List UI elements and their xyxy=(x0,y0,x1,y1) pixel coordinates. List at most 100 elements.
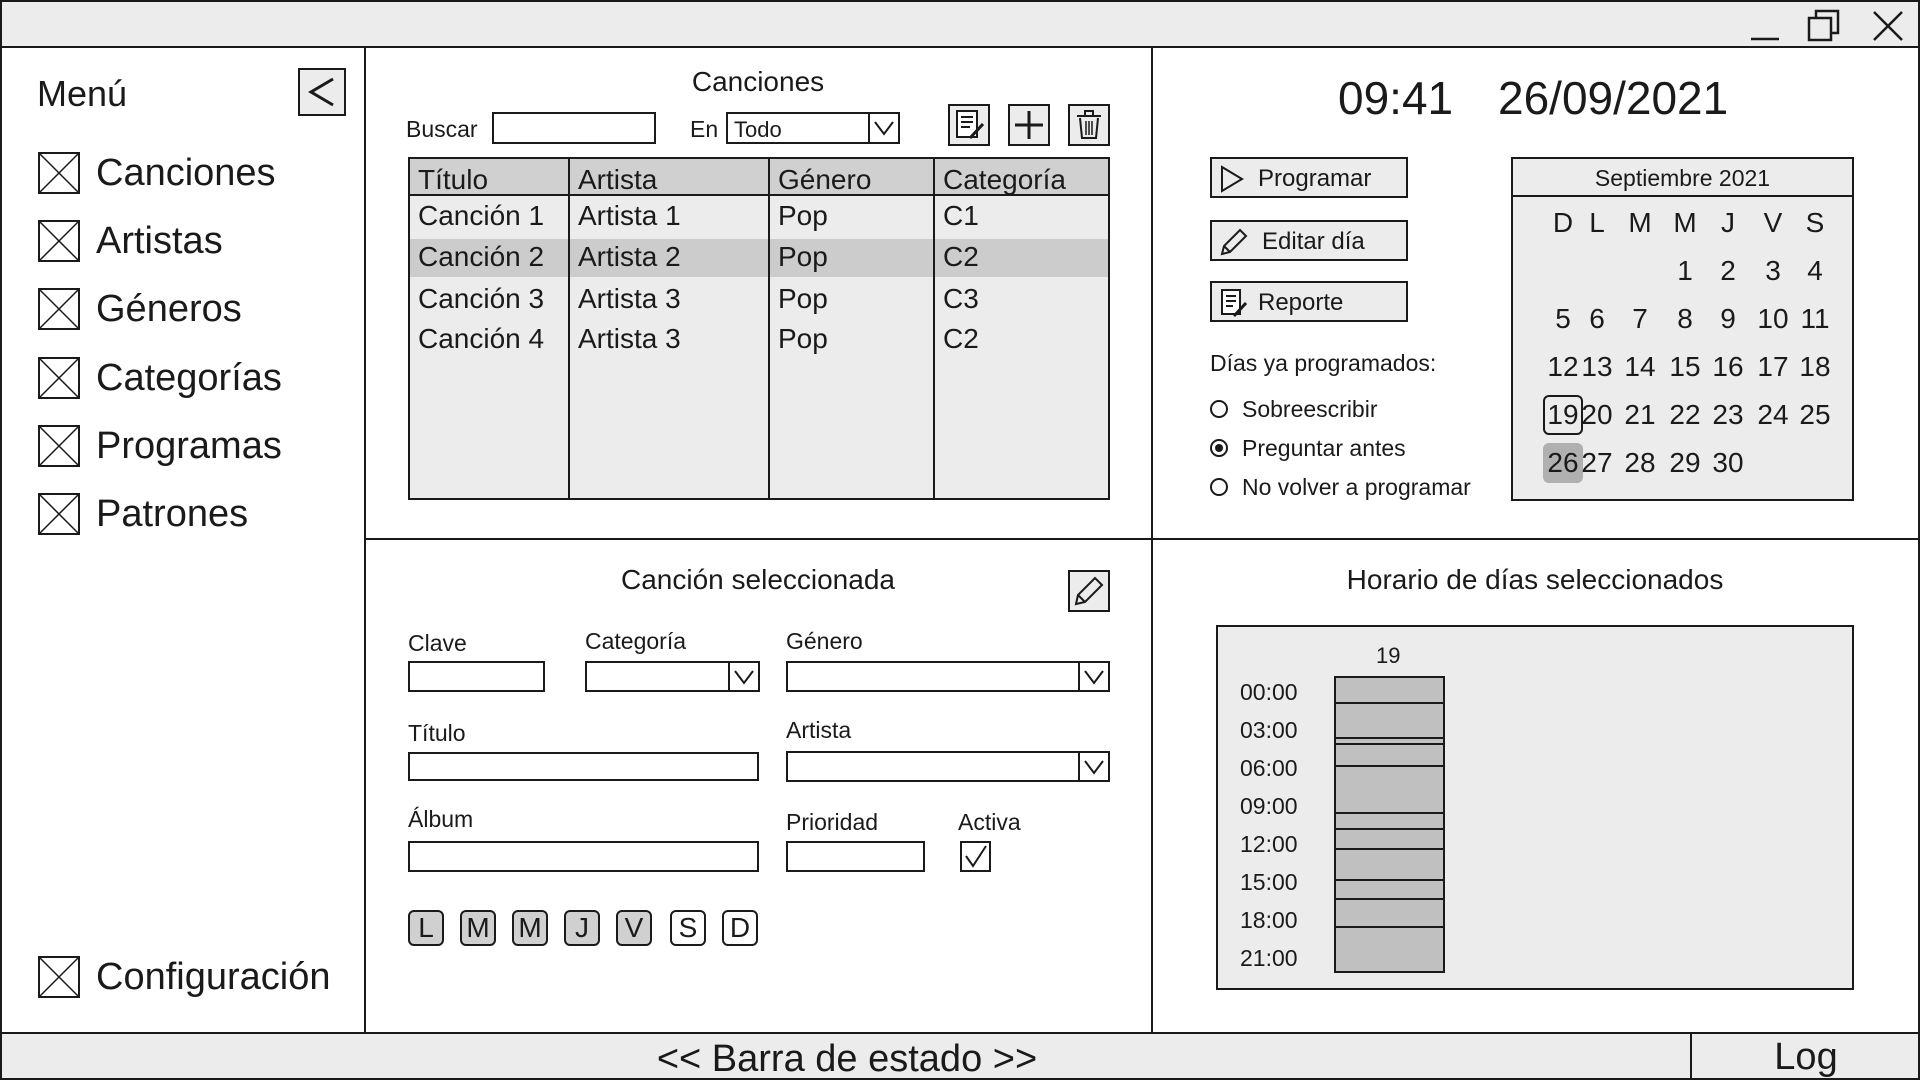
table-row[interactable]: Canción 3 Artista 3 Pop C3 xyxy=(410,281,1108,319)
table-row[interactable]: Canción 1 Artista 1 Pop C1 xyxy=(410,198,1108,236)
day-toggle-thursday[interactable]: J xyxy=(564,910,600,946)
calendar-day[interactable]: 13 xyxy=(1577,347,1617,387)
calendar: Septiembre 2021 DLMMJVS 1 2 3 4 5 6 7 8 9 10 11 12 1… xyxy=(1511,157,1854,501)
delete-song-button[interactable] xyxy=(1068,104,1110,146)
menu-item-categorias[interactable]: Categorías xyxy=(38,355,358,403)
calendar-day[interactable]: 22 xyxy=(1665,395,1705,435)
sidebar-divider xyxy=(364,48,366,1033)
categoria-select[interactable] xyxy=(585,661,760,692)
activa-checkbox[interactable] xyxy=(960,841,991,872)
menu-item-canciones[interactable]: Canciones xyxy=(38,150,358,198)
day-schedule-view: 19 00:00 03:00 06:00 09:00 12:00 15:00 18:00 21… xyxy=(1216,625,1854,990)
report-icon xyxy=(1221,289,1248,318)
radio-do-not-reprogram[interactable]: No volver a programar xyxy=(1210,474,1490,502)
calendar-day[interactable]: 17 xyxy=(1753,347,1793,387)
calendar-day[interactable]: 4 xyxy=(1795,251,1835,291)
edit-list-icon xyxy=(956,110,985,140)
edit-day-button[interactable]: Editar día xyxy=(1210,220,1408,261)
day-toggle-wednesday[interactable]: M xyxy=(512,910,548,946)
calendar-day[interactable]: 3 xyxy=(1753,251,1793,291)
schedule-slot-bar[interactable] xyxy=(1334,676,1445,973)
calendar-day[interactable]: 24 xyxy=(1753,395,1793,435)
calendar-day[interactable]: 20 xyxy=(1577,395,1617,435)
calendar-day[interactable]: 30 xyxy=(1708,443,1748,483)
report-button[interactable]: Reporte xyxy=(1210,281,1408,322)
already-programmed-label: Días ya programados: xyxy=(1210,350,1437,376)
genero-select[interactable] xyxy=(786,661,1110,692)
column-header-artista[interactable]: Artista xyxy=(578,166,657,194)
cell-category: C2 xyxy=(943,241,979,272)
album-input[interactable] xyxy=(408,841,759,872)
radio-ask-before[interactable]: Preguntar antes xyxy=(1210,435,1490,463)
calendar-day[interactable]: 6 xyxy=(1577,299,1617,339)
menu-item-programas[interactable]: Programas xyxy=(38,423,358,471)
column-header-titulo[interactable]: Título xyxy=(418,166,488,194)
calendar-day[interactable]: 7 xyxy=(1620,299,1660,339)
songs-table: Título Artista Género Categoría Canción … xyxy=(408,157,1110,500)
schedule-day-label: 19 xyxy=(1376,643,1401,668)
calendar-day[interactable]: 21 xyxy=(1620,395,1660,435)
close-icon[interactable] xyxy=(1870,8,1906,44)
hour-label: 03:00 xyxy=(1240,717,1298,743)
settings-placeholder-icon xyxy=(38,956,80,998)
calendar-day[interactable]: 8 xyxy=(1665,299,1705,339)
cell-artist: Artista 3 xyxy=(578,323,681,354)
menu-item-generos[interactable]: Géneros xyxy=(38,286,358,334)
calendar-day[interactable]: 23 xyxy=(1708,395,1748,435)
day-toggle-saturday[interactable]: S xyxy=(670,910,706,946)
table-header: Título Artista Género Categoría xyxy=(410,159,1108,196)
titulo-input[interactable] xyxy=(408,752,759,781)
menu-item-label: Categorías xyxy=(96,357,282,399)
calendar-day[interactable]: 9 xyxy=(1708,299,1748,339)
calendar-day[interactable]: 15 xyxy=(1665,347,1705,387)
maximize-icon[interactable] xyxy=(1806,8,1842,44)
minimize-icon[interactable] xyxy=(1748,12,1782,42)
day-toggle-friday[interactable]: V xyxy=(616,910,652,946)
calendar-weekday-label: J xyxy=(1721,207,1735,238)
pencil-icon xyxy=(1074,576,1104,606)
menu-item-artistas[interactable]: Artistas xyxy=(38,218,358,266)
radio-button xyxy=(1210,400,1228,418)
menu-item-configuracion[interactable]: Configuración xyxy=(38,954,358,1002)
prioridad-input[interactable] xyxy=(786,841,925,872)
add-song-button[interactable] xyxy=(1008,104,1050,146)
calendar-day[interactable]: 11 xyxy=(1795,299,1835,339)
menu-item-patrones[interactable]: Patrones xyxy=(38,491,358,539)
edit-list-button[interactable] xyxy=(948,104,990,146)
placeholder-x-icon xyxy=(38,152,80,194)
day-toggle-tuesday[interactable]: M xyxy=(460,910,496,946)
calendar-day[interactable]: 27 xyxy=(1577,443,1617,483)
menu-item-label: Patrones xyxy=(96,493,249,535)
table-row[interactable]: Canción 2 Artista 2 Pop C2 xyxy=(410,239,1108,277)
placeholder-x-icon xyxy=(38,220,80,262)
artista-select[interactable] xyxy=(786,751,1110,782)
calendar-day[interactable]: 28 xyxy=(1620,443,1660,483)
chevron-down-icon xyxy=(868,114,898,142)
calendar-day[interactable]: 25 xyxy=(1795,395,1835,435)
calendar-day[interactable]: 10 xyxy=(1753,299,1793,339)
menu-item-label: Configuración xyxy=(96,956,331,998)
clave-input[interactable] xyxy=(408,661,545,692)
calendar-day[interactable]: 16 xyxy=(1708,347,1748,387)
cell-artist: Artista 1 xyxy=(578,200,681,231)
calendar-day[interactable]: 18 xyxy=(1795,347,1835,387)
radio-overwrite[interactable]: Sobreescribir xyxy=(1210,396,1490,424)
edit-song-button[interactable] xyxy=(1068,570,1110,612)
schedule-slot-boundary xyxy=(1336,737,1443,739)
search-input[interactable] xyxy=(492,112,656,144)
search-scope-select[interactable]: Todo xyxy=(726,112,900,144)
log-button[interactable]: Log xyxy=(1692,1038,1920,1076)
day-toggle-monday[interactable]: L xyxy=(408,910,444,946)
genero-label: Género xyxy=(786,628,863,654)
day-toggle-sunday[interactable]: D xyxy=(722,910,758,946)
collapse-menu-button[interactable] xyxy=(298,68,346,116)
table-row[interactable]: Canción 4 Artista 3 Pop C2 xyxy=(410,321,1108,359)
calendar-day[interactable]: 1 xyxy=(1665,251,1705,291)
calendar-day[interactable]: 29 xyxy=(1665,443,1705,483)
calendar-day[interactable]: 14 xyxy=(1620,347,1660,387)
column-header-categoria[interactable]: Categoría xyxy=(943,166,1066,194)
search-scope-value: Todo xyxy=(734,117,782,142)
calendar-day[interactable]: 2 xyxy=(1708,251,1748,291)
program-button[interactable]: Programar xyxy=(1210,157,1408,198)
column-header-genero[interactable]: Género xyxy=(778,166,871,194)
